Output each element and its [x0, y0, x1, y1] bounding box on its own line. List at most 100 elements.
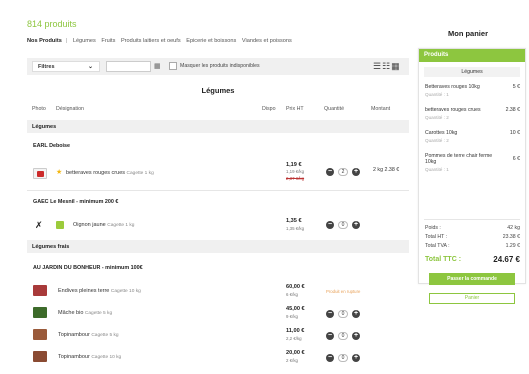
quantity-input[interactable]: 2 [338, 168, 348, 176]
minus-icon[interactable]: − [326, 221, 334, 229]
product-name[interactable]: betteraves rouges crues Cagette 1 kg [66, 170, 154, 176]
product-count: 814 produits [27, 19, 77, 29]
product-image [33, 307, 47, 318]
cart-item-price: 6 € [512, 156, 520, 162]
product-unit-price: 1,35 €/kg [286, 226, 305, 231]
total-ttc-value: 24.67 € [493, 255, 520, 264]
product-pack: Cagette 1 kg [107, 223, 135, 228]
grid-view-icon[interactable]: ▦ [391, 61, 401, 71]
product-name[interactable]: Endives pleines terre Cagette 10 kg [58, 288, 141, 294]
quantity-input[interactable]: 0 [338, 332, 348, 340]
product-name-text: Topinambour [58, 332, 90, 338]
product-name-text: Mâche bio [58, 310, 84, 316]
quantity-input[interactable]: 0 [338, 310, 348, 318]
cart-item-price: 10 € [509, 130, 520, 136]
star-icon[interactable]: ★ [56, 168, 62, 176]
quantity-stepper: − 0 + [326, 332, 360, 340]
product-image [33, 168, 47, 179]
cart: Mon panier Produits Légumes Betteraves r… [414, 21, 528, 304]
col-photo: Photo [32, 106, 46, 112]
cart-item-name: betteraves rouges crues [425, 107, 481, 113]
nav-item-viandes[interactable]: Viandes et poissons [242, 38, 292, 44]
total-ht-label: Total HT : [425, 234, 448, 240]
product-unit-price: 2 €/kg [286, 358, 298, 363]
product-price: 11,00 € [286, 328, 305, 334]
nav-item-legumes[interactable]: Légumes [73, 38, 96, 44]
onion-icon: ✗ [35, 220, 43, 230]
total-ht-value: 23.38 € [502, 234, 520, 240]
quantity-input[interactable]: 0 [338, 354, 348, 362]
filters-select[interactable]: Filtres ⌄ [32, 61, 100, 72]
cart-item-qty: Quantité : 1 [425, 92, 449, 97]
product-price: 1,35 € [286, 218, 302, 224]
out-of-stock-label: Produit en rupture [326, 289, 361, 294]
list-view-icon[interactable]: ☰ [373, 61, 382, 71]
weight-label: Poids : [425, 225, 441, 231]
brand-logo-icon [37, 171, 44, 177]
cart-item-price: 5 € [512, 84, 520, 90]
quantity-stepper: − 0 + [326, 354, 360, 362]
filters-select-label: Filtres [38, 64, 55, 70]
cart-category: Légumes [424, 67, 520, 77]
quantity-stepper: − 0 + [326, 221, 360, 229]
product-image: ✗ [33, 220, 47, 231]
minus-icon[interactable]: − [326, 332, 334, 340]
nav-item-fruits[interactable]: Fruits [101, 38, 115, 44]
product-name[interactable]: Mâche bio Cagette 5 kg [58, 310, 112, 316]
product-amount: 2 kg 2.38 € [373, 167, 399, 173]
product-pack: Cagette 10 kg [91, 355, 122, 360]
product-unit-price: 1,19 €/kg [286, 169, 305, 174]
minus-icon[interactable]: − [326, 310, 334, 318]
total-tva-value: 1.29 € [505, 243, 520, 249]
chevron-down-icon: ⌄ [87, 64, 93, 70]
total-tva-label: Total TVA : [425, 243, 450, 249]
nav-item-nos-produits[interactable]: Nos Produits [27, 38, 62, 44]
plus-icon[interactable]: + [352, 168, 360, 176]
category-band-legumes-frais: Légumes frais [27, 240, 409, 253]
product-unit-price: 9 €/kg [286, 314, 298, 319]
plus-icon[interactable]: + [352, 310, 360, 318]
compact-list-view-icon[interactable]: ☷ [382, 61, 391, 71]
cart-item-price: 2.38 € [505, 107, 520, 113]
nav-item-produits-laitiers[interactable]: Produits laitiers et oeufs [121, 38, 181, 44]
product-name[interactable]: Oignon jaune Cagette 1 kg [73, 222, 134, 228]
weight-value: 42 kg [507, 225, 520, 231]
nav-item-epicerie[interactable]: Epicerie et boissons [186, 38, 236, 44]
quantity-stepper: − 0 + [326, 310, 360, 318]
product-name[interactable]: Topinambour Cagette 10 kg [58, 354, 121, 360]
place-order-button[interactable]: Passer la commande [429, 273, 515, 285]
calendar-icon[interactable]: ▦ [154, 62, 161, 70]
product-image [33, 329, 47, 340]
cart-item-qty: Quantité : 1 [425, 167, 449, 172]
label-icon [56, 221, 64, 229]
total-ttc-label: Total TTC : [425, 256, 462, 263]
plus-icon[interactable]: + [352, 221, 360, 229]
product-price: 45,00 € [286, 306, 305, 312]
product-old-price: 2,37 €/kg [286, 176, 305, 181]
supplier-au-jardin-du-bonheur: AU JARDIN DU BONHEUR - minimum 100€ [33, 265, 143, 271]
product-price: 20,00 € [286, 350, 305, 356]
plus-icon[interactable]: + [352, 354, 360, 362]
mask-unavailable-checkbox[interactable] [169, 62, 177, 70]
product-name[interactable]: Topinambour Cagette 5 kg [58, 332, 119, 338]
divider [27, 190, 409, 191]
category-band-legumes: Légumes [27, 120, 409, 133]
product-pack: Cagette 10 kg [110, 289, 141, 294]
minus-icon[interactable]: − [326, 168, 334, 176]
mask-unavailable-label: Masquer les produits indisponibles [180, 63, 260, 69]
view-cart-button[interactable]: Panier [429, 293, 515, 304]
quantity-input[interactable]: 0 [338, 221, 348, 229]
cart-title: Mon panier [447, 29, 488, 38]
category-nav: Nos Produits | Légumes Fruits Produits la… [27, 38, 296, 44]
product-price: 60,00 € [286, 284, 305, 290]
supplier-earl-deboise: EARL Deboise [33, 143, 71, 149]
product-price: 1,19 € [286, 162, 302, 168]
cart-item-name: Carottes 10kg [425, 130, 458, 136]
cart-item-name: Pommes de terre chair ferme 10kg [425, 153, 493, 166]
plus-icon[interactable]: + [352, 332, 360, 340]
product-unit-price: 6 €/kg [286, 292, 298, 297]
product-image [33, 285, 47, 296]
minus-icon[interactable]: − [326, 354, 334, 362]
date-input[interactable] [106, 61, 151, 72]
product-name-text: Endives pleines terre [58, 288, 110, 294]
